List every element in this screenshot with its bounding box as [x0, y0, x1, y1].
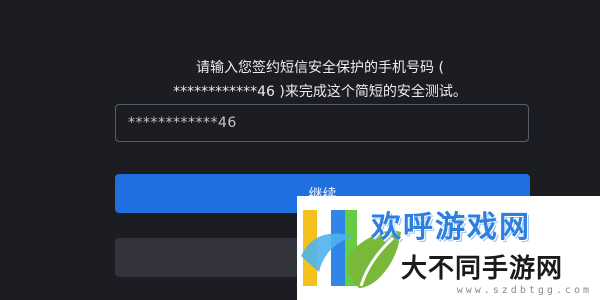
- instruction-line-2: ************46 )来完成这个简短的安全测试。: [173, 84, 467, 100]
- security-instruction: 请输入您签约短信安全保护的手机号码 ( ************46 )来完成这…: [110, 56, 530, 104]
- phone-number-input[interactable]: [115, 104, 529, 142]
- watermark-slogan: 大不同手游网: [401, 254, 564, 284]
- watermark-url: www.szdbtgg.com: [456, 285, 592, 296]
- watermark-site-name: 欢呼游戏网: [371, 210, 531, 245]
- instruction-line-1: 请输入您签约短信安全保护的手机号码 (: [196, 60, 444, 76]
- site-watermark: 欢呼游戏网 大不同手游网 www.szdbtgg.com: [297, 196, 600, 300]
